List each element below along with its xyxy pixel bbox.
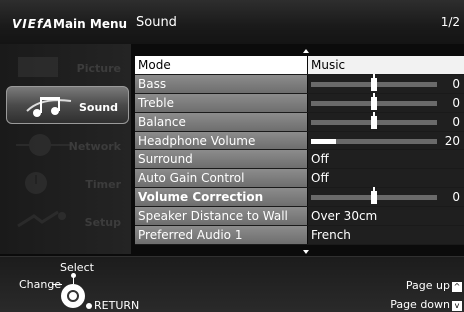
tv-menu-screen: VIEfA Main Menu Sound 1/2 Picture Sound — [0, 0, 464, 312]
volume-fill — [311, 138, 336, 144]
setting-row-surround[interactable]: Surround Off — [135, 150, 464, 170]
page-indicator: 1/2 — [440, 15, 460, 29]
select-hint: Select — [60, 261, 94, 274]
setting-row-balance[interactable]: Balance 0 — [135, 111, 464, 132]
page-up-hint: Page up — [405, 279, 450, 292]
setting-row-headphone-volume[interactable]: Headphone Volume 20 — [135, 131, 464, 151]
scroll-up-icon — [303, 49, 309, 53]
section-title: Sound — [136, 15, 177, 30]
setting-label: Balance — [135, 112, 307, 131]
main-menu-title: Main Menu — [53, 17, 128, 31]
setting-label: Speaker Distance to Wall — [135, 207, 307, 226]
slider-value: 0 — [452, 76, 460, 91]
setting-value: French — [308, 226, 464, 244]
scroll-down-icon — [303, 250, 309, 254]
sidebar-item-network[interactable]: Network — [0, 126, 131, 164]
return-hint: RETURN — [94, 299, 140, 312]
setting-value: Over 30cm — [308, 207, 464, 226]
setting-label: Treble — [135, 93, 307, 112]
sidebar-item-sound[interactable]: Sound — [6, 86, 129, 124]
setup-icon — [17, 210, 66, 228]
sidebar-item-label: Network — [68, 140, 121, 153]
setting-row-preferred-audio-1[interactable]: Preferred Audio 1 French — [135, 226, 464, 245]
page-down-icon: v — [452, 301, 462, 311]
settings-list: Mode Music Bass 0 Treble 0 Balance 0 Hea… — [135, 56, 464, 245]
slider-marker — [371, 92, 377, 110]
slider-marker — [371, 73, 377, 91]
setting-value: Off — [308, 169, 464, 188]
setting-label: Bass — [135, 74, 307, 93]
sidebar-item-label: Setup — [84, 216, 121, 229]
header-bar: VIEfA Main Menu Sound 1/2 — [0, 0, 464, 44]
slider-value: 20 — [444, 133, 460, 148]
page-up-icon: ^ — [452, 282, 462, 292]
volume-slider[interactable] — [311, 138, 437, 144]
setting-row-speaker-distance[interactable]: Speaker Distance to Wall Over 30cm — [135, 207, 464, 227]
setting-row-auto-gain-control[interactable]: Auto Gain Control Off — [135, 169, 464, 189]
setting-value: 20 — [308, 131, 464, 150]
level-slider[interactable] — [311, 111, 437, 129]
setting-label: Volume Correction — [135, 188, 307, 207]
setting-value: 0 — [308, 111, 464, 131]
select-pointer-line — [73, 274, 74, 284]
level-slider[interactable] — [311, 73, 437, 91]
sidebar-item-timer[interactable]: Timer — [0, 164, 131, 202]
setting-value: Off — [308, 150, 464, 169]
network-globe-icon — [16, 134, 72, 156]
brand-logo: VIEfA — [12, 17, 54, 31]
setting-value: Music — [308, 56, 464, 74]
slider-marker — [371, 187, 377, 205]
setting-value: 0 — [308, 92, 464, 112]
setting-label: Preferred Audio 1 — [135, 226, 307, 244]
slider-marker — [371, 111, 377, 129]
setting-value: 0 — [308, 73, 464, 93]
setting-label: Auto Gain Control — [135, 169, 307, 188]
slider-value: 0 — [452, 95, 460, 110]
sidebar-item-setup[interactable]: Setup — [0, 202, 131, 240]
sidebar-item-label: Picture — [76, 62, 121, 75]
music-notes-icon — [26, 97, 72, 117]
setting-row-treble[interactable]: Treble 0 — [135, 92, 464, 113]
page-down-hint: Page down — [390, 298, 450, 311]
slider-value: 0 — [452, 190, 460, 205]
category-sidebar: Picture Sound Network Timer Setup — [0, 44, 131, 254]
sidebar-item-picture[interactable]: Picture — [0, 48, 131, 86]
setting-row-bass[interactable]: Bass 0 — [135, 73, 464, 94]
setting-row-volume-correction[interactable]: Volume Correction 0 — [135, 187, 464, 208]
setting-row-mode[interactable]: Mode Music — [135, 56, 464, 75]
change-pointer-line — [52, 284, 62, 285]
level-slider[interactable] — [311, 92, 437, 110]
picture-icon — [18, 57, 58, 77]
setting-label: Surround — [135, 150, 307, 169]
setting-label: Mode — [135, 56, 307, 74]
setting-label: Headphone Volume — [135, 131, 307, 150]
level-slider[interactable] — [311, 187, 437, 205]
clock-icon — [25, 172, 47, 194]
sidebar-item-label: Timer — [85, 178, 121, 191]
dpad-icon — [61, 284, 85, 308]
slider-value: 0 — [452, 114, 460, 129]
sidebar-item-label: Sound — [78, 101, 118, 114]
setting-value: 0 — [308, 187, 464, 207]
return-dot-icon — [86, 303, 92, 309]
footer-help-bar: Select Change RETURN Page up ^ Page down… — [0, 256, 464, 312]
dpad-center-icon — [67, 290, 79, 302]
